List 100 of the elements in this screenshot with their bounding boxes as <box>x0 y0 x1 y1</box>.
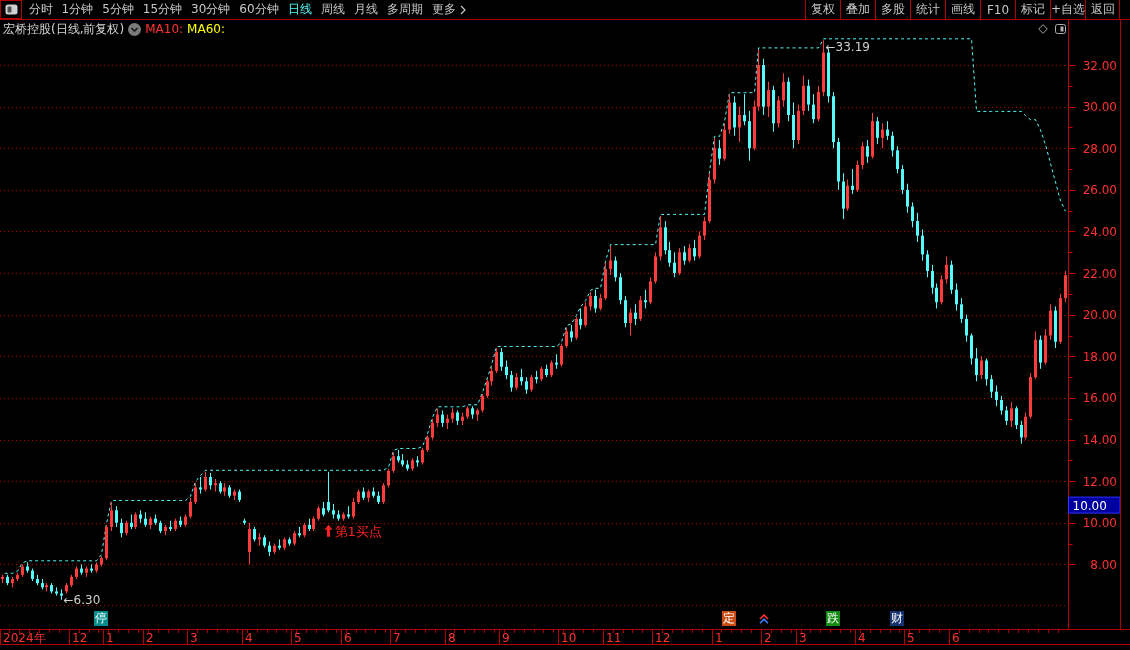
candle <box>970 332 973 366</box>
period-tab[interactable]: 多周期 <box>382 0 428 19</box>
candle <box>614 255 617 282</box>
candle <box>36 574 39 586</box>
candle <box>476 407 479 422</box>
toolbar-button[interactable]: F10 <box>980 0 1015 19</box>
candle <box>1029 372 1032 420</box>
candle <box>975 347 978 382</box>
candle <box>792 102 795 149</box>
candle <box>570 324 573 343</box>
candle <box>555 353 558 370</box>
candle <box>471 405 474 420</box>
candle <box>881 122 884 149</box>
toolbar-button[interactable]: 多股 <box>875 0 910 19</box>
candle <box>500 347 503 372</box>
panel-toggle-icon[interactable] <box>1055 24 1066 34</box>
candle <box>268 541 271 557</box>
candle <box>1005 405 1008 426</box>
time-axis-label: 1 <box>106 630 114 645</box>
toolbar-button[interactable]: 复权 <box>805 0 840 19</box>
candle <box>11 576 14 588</box>
candle <box>609 245 612 276</box>
period-tab[interactable]: 分时 <box>24 0 57 19</box>
y-axis-label: 14.00 <box>1082 433 1117 448</box>
candle <box>253 526 256 542</box>
period-tab[interactable]: 60分钟 <box>234 0 284 19</box>
candle <box>604 262 607 301</box>
candle <box>802 74 805 116</box>
candle <box>980 355 983 380</box>
diamond-icon[interactable] <box>1038 24 1048 34</box>
candle <box>233 489 236 501</box>
up-arrow-icon <box>324 524 333 537</box>
period-tab[interactable]: 日线 <box>283 0 317 19</box>
candle <box>708 172 711 224</box>
period-tab[interactable]: 30分钟 <box>186 0 235 19</box>
candle <box>377 491 380 505</box>
y-axis-label: 32.00 <box>1082 58 1117 73</box>
candle <box>70 574 73 588</box>
chevron-down-icon[interactable] <box>128 22 142 36</box>
candle <box>357 489 360 505</box>
toolbar-button[interactable]: 标记 <box>1015 0 1050 19</box>
candle <box>95 561 98 574</box>
period-tab[interactable]: 1分钟 <box>57 0 98 19</box>
candle <box>179 516 182 528</box>
period-tab[interactable]: 更多 <box>427 0 471 19</box>
candle <box>322 501 325 518</box>
candle <box>797 104 800 145</box>
candle <box>837 137 840 191</box>
toolbar-button[interactable]: 返回 <box>1085 0 1120 19</box>
time-axis-label: 4 <box>245 630 253 645</box>
candle <box>120 518 123 538</box>
toolbar-button[interactable]: 画线 <box>945 0 980 19</box>
period-tab[interactable]: 周线 <box>316 0 350 19</box>
y-axis-label: 10.00 <box>1082 516 1117 531</box>
candle <box>772 85 775 133</box>
toolbar-button[interactable]: +自选 <box>1050 0 1085 19</box>
time-axis-label: 6 <box>344 630 352 645</box>
candle <box>550 360 553 378</box>
candle <box>871 112 874 160</box>
candle <box>367 489 370 503</box>
candle <box>728 93 731 135</box>
time-axis-label: 9 <box>502 630 510 645</box>
candle <box>703 216 706 241</box>
y-axis-label: 24.00 <box>1082 225 1117 239</box>
candle <box>1000 395 1003 416</box>
candle <box>495 347 498 374</box>
candle <box>194 482 197 505</box>
price-tag: 10.00 <box>1068 496 1120 514</box>
candle <box>960 297 963 324</box>
candle <box>1015 405 1018 430</box>
candle <box>886 120 889 141</box>
candle <box>629 308 632 336</box>
candle <box>654 251 657 284</box>
indicator-label: MA10: <box>145 22 184 36</box>
price-annotation: ←33.19 <box>825 40 870 55</box>
time-axis-label: 1 <box>715 630 723 645</box>
candle <box>16 572 19 582</box>
y-axis-label: 18.00 <box>1082 349 1117 364</box>
candle <box>303 522 306 538</box>
period-tab[interactable]: 5分钟 <box>97 0 139 19</box>
period-tab[interactable]: 15分钟 <box>138 0 187 19</box>
candle <box>1049 303 1052 341</box>
candle <box>659 215 662 262</box>
period-tab[interactable]: 月线 <box>349 0 383 19</box>
toolbar-button[interactable]: 统计 <box>910 0 945 19</box>
candle <box>594 289 597 314</box>
candle <box>565 326 568 349</box>
candle <box>950 260 953 295</box>
panel-toggle-button[interactable] <box>0 0 22 19</box>
candle <box>649 276 652 305</box>
candle <box>105 524 108 561</box>
candle <box>372 486 375 499</box>
candle <box>777 95 780 128</box>
candle <box>896 145 899 174</box>
candle <box>1 574 4 584</box>
toolbar-button[interactable]: 叠加 <box>840 0 875 19</box>
candle <box>723 122 726 162</box>
candle <box>634 303 637 326</box>
candle <box>713 137 716 185</box>
candle <box>466 405 469 420</box>
